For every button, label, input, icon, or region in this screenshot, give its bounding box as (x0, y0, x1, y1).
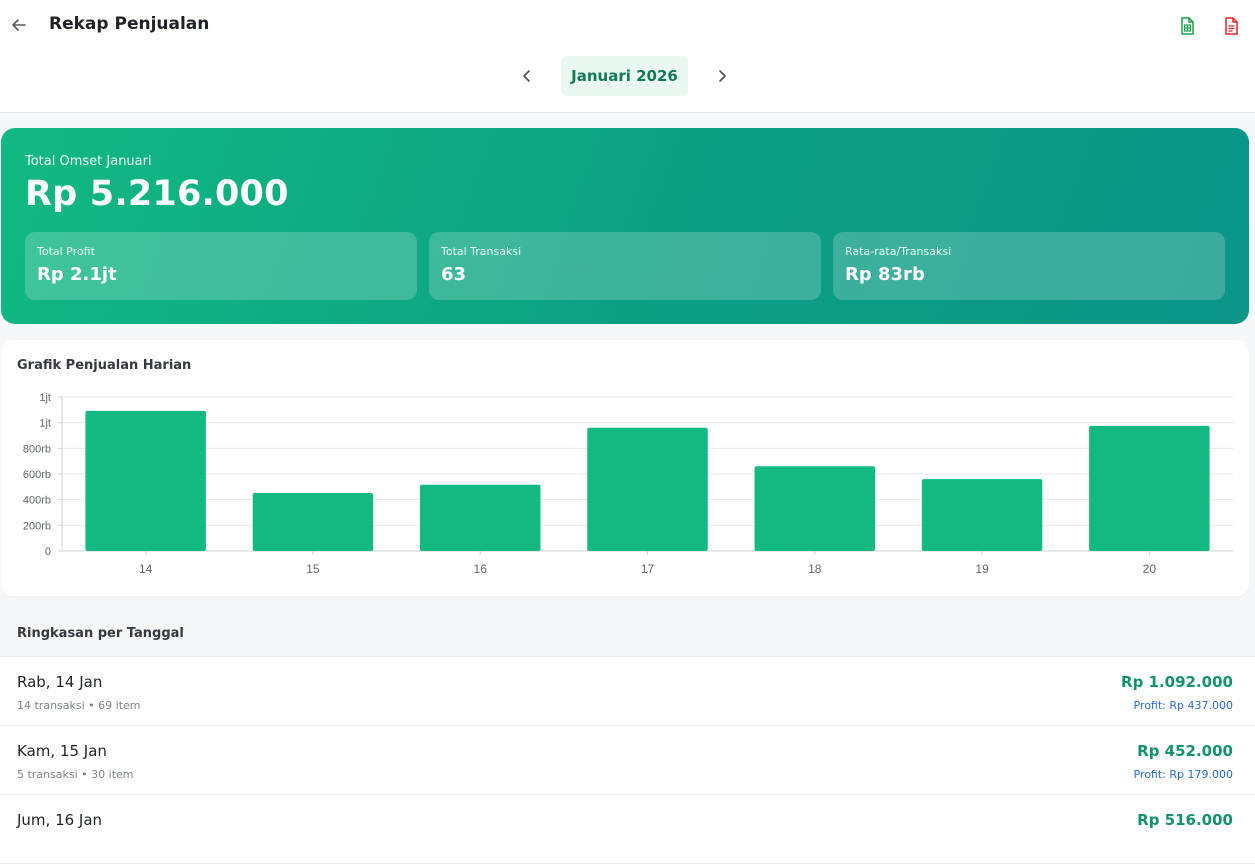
stat-value: Rp 83rb (845, 264, 925, 285)
page-title: Rekap Penjualan (49, 14, 210, 34)
x-tick-label: 18 (808, 562, 822, 576)
row-date: Jum, 16 Jan (17, 811, 103, 829)
list-item[interactable]: Kam, 15 Jan 5 transaksi • 30 item Rp 452… (0, 726, 1255, 795)
chevron-right-icon (719, 70, 726, 82)
spreadsheet-file-icon (1181, 17, 1194, 35)
omset-label: Total Omset Januari (25, 154, 152, 169)
x-tick-label: 19 (975, 562, 989, 576)
y-tick-label: 1jt (39, 418, 51, 430)
y-tick-label: 1jt (39, 392, 51, 404)
y-tick-label: 0 (45, 546, 51, 558)
stat-value: Rp 2.1jt (37, 264, 117, 285)
x-tick-label: 15 (306, 562, 320, 576)
list-item[interactable]: Rab, 14 Jan 14 transaksi • 69 item Rp 1.… (0, 657, 1255, 726)
pdf-file-icon (1225, 17, 1238, 35)
bar-20 (1089, 425, 1210, 551)
row-profit: Profit: Rp 179.000 (1133, 768, 1233, 781)
omset-value: Rp 5.216.000 (25, 174, 289, 214)
daily-sales-chart: 0 200rb 400rb 600rb 800rb 1jt 1jt 14 15 16 17 18 19 2… (23, 392, 1233, 576)
y-tick-label: 800rb (23, 443, 51, 455)
daily-summary-section: Ringkasan per Tanggal Rab, 14 Jan 14 tra… (0, 612, 1255, 864)
back-button[interactable] (8, 14, 30, 36)
list-item[interactable]: Jum, 16 Jan Rp 516.000 (0, 795, 1255, 864)
bar-18 (754, 466, 876, 551)
x-tick-label: 17 (641, 562, 655, 576)
bar-16 (419, 484, 541, 551)
chevron-left-icon (523, 70, 530, 82)
export-excel-button[interactable] (1175, 14, 1199, 38)
row-meta: 14 transaksi • 69 item (17, 699, 141, 712)
arrow-left-icon (12, 19, 26, 31)
x-tick-label: 14 (139, 562, 153, 576)
row-date: Kam, 15 Jan (17, 742, 107, 760)
x-tick-label: 20 (1143, 562, 1157, 576)
bar-14 (85, 410, 206, 551)
y-tick-label: 600rb (23, 469, 51, 481)
stat-label: Total Profit (37, 245, 95, 258)
prev-month-button[interactable] (515, 64, 539, 88)
stat-value: 63 (441, 264, 467, 285)
row-date: Rab, 14 Jan (17, 673, 103, 691)
stat-card-profit: Total Profit Rp 2.1jt (25, 232, 417, 300)
next-month-button[interactable] (710, 64, 734, 88)
daily-summary-list: Rab, 14 Jan 14 transaksi • 69 item Rp 1.… (0, 656, 1255, 864)
row-amount: Rp 1.092.000 (1121, 673, 1233, 691)
row-meta: 5 transaksi • 30 item (17, 768, 134, 781)
bar-17 (587, 427, 708, 551)
omset-summary-card: Total Omset Januari Rp 5.216.000 Total P… (1, 128, 1249, 324)
section-title: Ringkasan per Tanggal (17, 626, 184, 641)
bar-19 (921, 479, 1043, 551)
month-navigator: Januari 2026 (0, 56, 1255, 96)
chart-title: Grafik Penjualan Harian (17, 358, 192, 373)
row-profit: Profit: Rp 437.000 (1133, 699, 1233, 712)
x-tick-label: 16 (474, 562, 488, 576)
stat-card-average: Rata-rata/Transaksi Rp 83rb (833, 232, 1225, 300)
bar-15 (252, 492, 374, 551)
current-month[interactable]: Januari 2026 (561, 56, 688, 96)
stat-label: Rata-rata/Transaksi (845, 245, 952, 258)
stat-label: Total Transaksi (441, 245, 522, 258)
app-header: Rekap Penjualan Januari 2026 (0, 0, 1255, 113)
row-amount: Rp 452.000 (1137, 742, 1233, 760)
stat-card-transactions: Total Transaksi 63 (429, 232, 821, 300)
export-pdf-button[interactable] (1219, 14, 1243, 38)
y-tick-label: 200rb (23, 520, 51, 532)
row-amount: Rp 516.000 (1137, 811, 1233, 829)
daily-sales-chart-card: Grafik Penjualan Harian 0 200rb 400rb 600rb… (1, 340, 1249, 596)
y-tick-label: 400rb (23, 495, 51, 507)
